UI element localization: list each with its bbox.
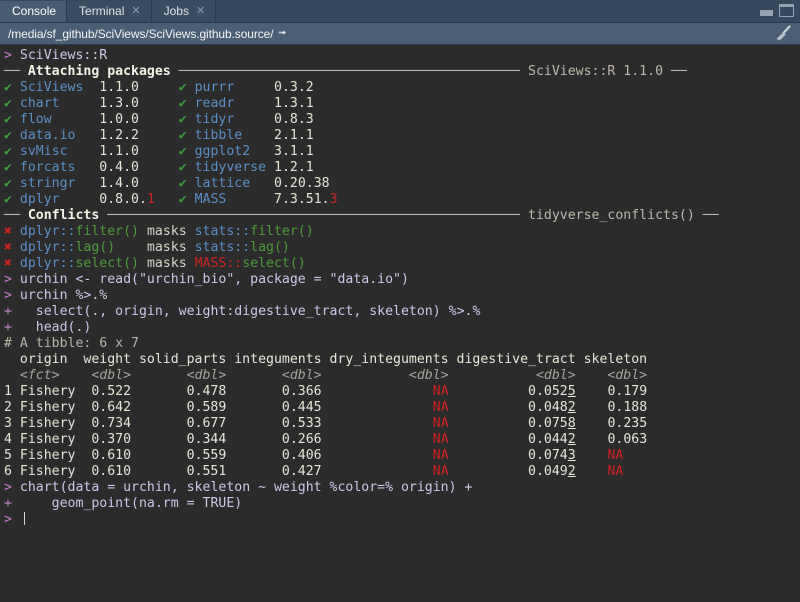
pkg-row-1: ✔ SciViews 1.1.0 ✔ purrr 0.3.2 <box>4 80 314 95</box>
minimize-icon[interactable] <box>760 10 773 16</box>
cmd-read: > urchin <- read("urchin_bio", package =… <box>4 272 409 287</box>
pkg-row-8: ✔ dplyr 0.8.0.1 ✔ MASS 7.3.51.3 <box>4 192 338 207</box>
tibble-row-6: 6 Fishery 0.610 0.551 0.427 NA 0.0492 NA <box>4 464 624 479</box>
tibble-row-3: 3 Fishery 0.734 0.677 0.533 NA 0.0758 0.… <box>4 416 648 431</box>
open-in-new-window-icon[interactable]: ➟ <box>278 27 286 40</box>
pkg-row-5: ✔ svMisc 1.1.0 ✔ ggplot2 3.1.1 <box>4 144 314 159</box>
console-output[interactable]: > SciViews::R ── Attaching packages ─────… <box>0 45 800 602</box>
cmd-pipe-2: + select(., origin, weight:digestive_tra… <box>4 304 481 319</box>
tab-bar: Console Terminal ✕ Jobs ✕ <box>0 0 800 23</box>
cmd-pipe-1: > urchin %>.% <box>4 288 108 303</box>
tab-jobs-label: Jobs <box>163 4 189 18</box>
tibble-caption: # A tibble: 6 x 7 <box>4 336 139 351</box>
path-bar: /media/sf_github/SciViews/SciViews.githu… <box>0 23 800 45</box>
window-controls <box>760 4 794 17</box>
text-cursor <box>23 512 25 525</box>
pkg-row-6: ✔ forcats 0.4.0 ✔ tidyverse 1.2.1 <box>4 160 314 175</box>
tibble-row-1: 1 Fishery 0.522 0.478 0.366 NA 0.0525 0.… <box>4 384 648 399</box>
pkg-row-3: ✔ flow 1.0.0 ✔ tidyr 0.8.3 <box>4 112 314 127</box>
pkg-row-7: ✔ stringr 1.4.0 ✔ lattice 0.20.38 <box>4 176 330 191</box>
rule-attaching: ── Attaching packages ──────────────────… <box>4 64 687 79</box>
cmd-sciviews: > SciViews::R <box>4 48 108 63</box>
conflict-filter: ✖ dplyr::filter() masks stats::filter() <box>4 224 314 239</box>
cmd-chart-1: > chart(data = urchin, skeleton ~ weight… <box>4 480 473 495</box>
tab-terminal-label: Terminal <box>79 4 125 18</box>
prompt-symbol: > <box>4 512 20 527</box>
broom-clear-console-icon[interactable] <box>774 25 792 42</box>
rule-conflicts: ── Conflicts ───────────────────────────… <box>4 208 719 223</box>
working-directory-path[interactable]: /media/sf_github/SciViews/SciViews.githu… <box>8 27 274 41</box>
pkg-row-4: ✔ data.io 1.2.2 ✔ tibble 2.1.1 <box>4 128 314 143</box>
tab-console-label: Console <box>12 4 57 18</box>
close-icon[interactable]: ✕ <box>131 6 140 17</box>
tab-jobs[interactable]: Jobs ✕ <box>151 1 217 22</box>
close-icon[interactable]: ✕ <box>196 6 205 17</box>
cmd-pipe-3: + head(.) <box>4 320 92 335</box>
tibble-header: origin weight solid_parts integuments dr… <box>4 352 648 367</box>
pkg-row-2: ✔ chart 1.3.0 ✔ readr 1.3.1 <box>4 96 314 111</box>
tab-terminal[interactable]: Terminal ✕ <box>67 1 152 22</box>
tab-console[interactable]: Console <box>0 1 68 22</box>
cmd-chart-2: + geom_point(na.rm = TRUE) <box>4 496 243 511</box>
tibble-types: <fct> <dbl> <dbl> <dbl> <dbl> <dbl> <dbl… <box>4 368 648 383</box>
tibble-row-4: 4 Fishery 0.370 0.344 0.266 NA 0.0442 0.… <box>4 432 648 447</box>
conflict-select: ✖ dplyr::select() masks MASS::select() <box>4 256 306 271</box>
maximize-icon[interactable] <box>779 4 794 17</box>
conflict-lag: ✖ dplyr::lag() masks stats::lag() <box>4 240 290 255</box>
tibble-row-5: 5 Fishery 0.610 0.559 0.406 NA 0.0743 NA <box>4 448 624 463</box>
active-prompt-line[interactable]: > <box>4 512 800 528</box>
tibble-row-2: 2 Fishery 0.642 0.589 0.445 NA 0.0482 0.… <box>4 400 648 415</box>
